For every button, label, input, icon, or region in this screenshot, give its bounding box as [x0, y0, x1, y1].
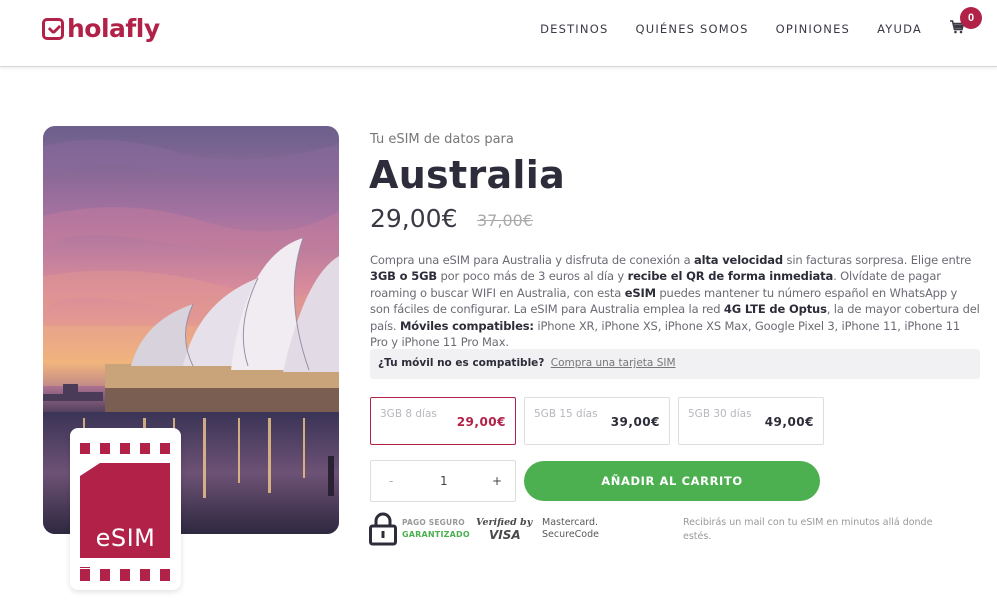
cart-count-badge[interactable]: 0	[960, 7, 982, 29]
desc-text: Compra una eSIM para Australia y disfrut…	[370, 253, 694, 267]
buy-sim-card-link[interactable]: Compra una tarjeta SIM	[551, 357, 676, 369]
desc-bold: 4G LTE de Optus	[723, 302, 827, 317]
quantity-value[interactable]: 1	[440, 474, 448, 488]
desc-bold: eSIM	[624, 285, 656, 300]
verified-by-visa-line2: VISA	[489, 528, 521, 542]
desc-bold: alta velocidad	[693, 253, 783, 267]
esim-label: eSIM	[95, 524, 156, 552]
nav-ayuda[interactable]: AYUDA	[877, 22, 922, 36]
quantity-increase-button[interactable]: +	[492, 474, 502, 488]
plan-price: 39,00€	[610, 415, 660, 429]
holafly-logo-icon	[42, 17, 64, 40]
holafly-logo[interactable]: holafly	[42, 14, 160, 43]
nav-quienes-somos[interactable]: QUIÉNES SOMOS	[635, 22, 748, 36]
plan-option-5gb-30[interactable]: 5GB 30 días 49,00€	[678, 397, 824, 445]
desc-bold: recibe el QR de forma inmediata	[627, 269, 834, 284]
desc-bold: 3GB o 5GB	[370, 269, 437, 284]
secure-payment-guaranteed: GARANTIZADO	[402, 530, 470, 539]
mastercard-securecode-line1: Mastercard.	[542, 517, 599, 528]
plan-name: 3GB 8 días	[380, 408, 437, 420]
sim-bottom-pins	[80, 569, 170, 581]
plan-price: 49,00€	[764, 415, 814, 429]
product-price: 29,00€	[370, 204, 458, 233]
quantity-stepper: - 1 +	[370, 460, 516, 502]
product-title: Australia	[369, 153, 566, 197]
compat-question: ¿Tu móvil no es compatible?	[378, 357, 545, 369]
esim-card-graphic: eSIM	[70, 428, 181, 590]
padlock-icon	[369, 512, 397, 546]
plan-name: 5GB 30 días	[688, 408, 752, 420]
main-nav: DESTINOS QUIÉNES SOMOS OPINIONES AYUDA	[513, 22, 922, 36]
desc-text: por poco más de 3 euros al día y	[436, 269, 628, 284]
logo-text: holafly	[67, 14, 160, 43]
add-to-cart-button[interactable]: AÑADIR AL CARRITO	[524, 461, 820, 501]
product-old-price: 37,00€	[477, 211, 533, 230]
mastercard-securecode-line2: SecureCode	[542, 529, 599, 540]
plan-option-3gb[interactable]: 3GB 8 días 29,00€	[370, 397, 516, 445]
secure-payment-label: PAGO SEGURO	[402, 518, 465, 527]
desc-bold: Móviles compatibles:	[399, 318, 534, 333]
product-pre-title: Tu eSIM de datos para	[370, 132, 514, 147]
nav-destinos[interactable]: DESTINOS	[540, 22, 608, 36]
nav-opiniones[interactable]: OPINIONES	[776, 22, 850, 36]
verified-by-visa-line1: Verified by	[476, 517, 533, 528]
plan-option-5gb-15[interactable]: 5GB 15 días 39,00€	[524, 397, 670, 445]
plan-price: 29,00€	[456, 415, 506, 429]
desc-text: sin facturas sorpresa. Elige entre	[782, 253, 972, 267]
product-description: Compra una eSIM para Australia y disfrut…	[370, 252, 980, 350]
email-delivery-note: Recibirás un mail con tu eSIM en minutos…	[683, 517, 933, 542]
site-header: holafly DESTINOS QUIÉNES SOMOS OPINIONES…	[0, 0, 997, 67]
plan-name: 5GB 15 días	[534, 408, 598, 420]
compatibility-notice: ¿Tu móvil no es compatible? Compra una t…	[370, 349, 980, 379]
quantity-decrease-button[interactable]: -	[389, 474, 393, 488]
